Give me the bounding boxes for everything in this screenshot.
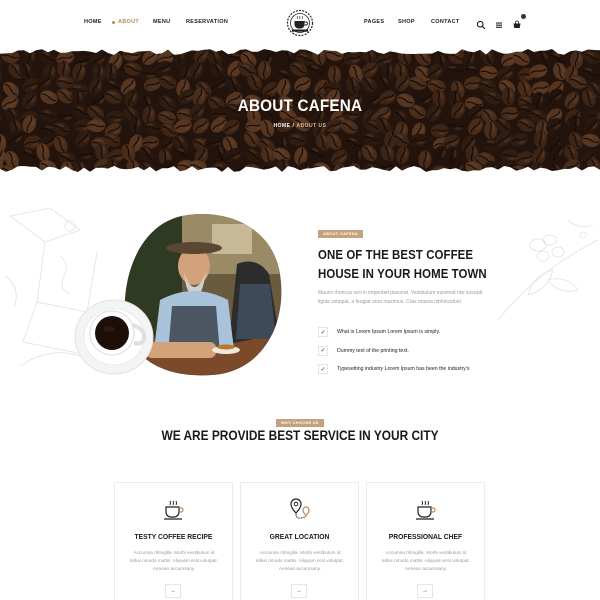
checklist-item: ✓ Typesetting industry Lorem Ipsum has b… bbox=[318, 360, 469, 379]
nav-about-label: ABOUT bbox=[118, 19, 140, 25]
service-card-arrow-button[interactable]: → bbox=[165, 584, 181, 598]
service-card-title: PROFESSIONAL CHEF bbox=[388, 532, 463, 541]
checklist-item-text: What is Lorem Ipsum Lorem Ipsum is simpl… bbox=[337, 329, 441, 336]
services-title: WE ARE PROVIDE BEST SERVICE IN YOUR CITY bbox=[161, 428, 439, 443]
about-description: Mauris rhoncus orci in imperdiet placera… bbox=[318, 290, 483, 305]
coffee-cup-icon bbox=[416, 500, 436, 520]
service-card-title: TESTY COFFEE RECIPE bbox=[134, 532, 213, 541]
cart-icon[interactable] bbox=[512, 14, 526, 28]
checklist-item: ✓ Dummy text of the printing text. bbox=[318, 342, 469, 361]
search-icon[interactable] bbox=[476, 17, 486, 30]
service-card-title: GREAT LOCATION bbox=[269, 532, 330, 541]
location-pin-icon bbox=[290, 498, 310, 519]
header-icons bbox=[476, 14, 530, 30]
logo-coffee-cup[interactable] bbox=[286, 9, 314, 37]
service-card-arrow-button[interactable]: → bbox=[417, 584, 433, 598]
active-dot bbox=[112, 20, 115, 24]
page-title: ABOUT CAFENA bbox=[237, 96, 363, 115]
menu-icon[interactable] bbox=[494, 17, 504, 28]
check-icon: ✓ bbox=[318, 345, 328, 356]
nav-shop[interactable]: SHOP bbox=[398, 19, 431, 25]
breadcrumb-current: ABOUT US bbox=[296, 123, 327, 129]
nav-pages[interactable]: PAGES bbox=[364, 19, 398, 25]
service-card: PROFESSIONAL CHEF Accumsa nfringilla. Mo… bbox=[366, 482, 485, 600]
service-card-text: Accumsa nfringilla. Morbi vestibulum id … bbox=[255, 550, 345, 572]
sketch-coffee-branch-illustration bbox=[497, 219, 599, 321]
service-card-text: Accumsa nfringilla. Morbi vestibulum id … bbox=[381, 550, 471, 572]
service-card-arrow-button[interactable]: → bbox=[291, 584, 307, 598]
coffee-cup-photo bbox=[74, 299, 154, 375]
service-card-text: Accumsa nfringilla. Morbi vestibulum id … bbox=[129, 550, 219, 572]
breadcrumb-home[interactable]: HOME bbox=[273, 123, 290, 129]
nav-contact[interactable]: CONTACT bbox=[431, 19, 460, 25]
main-nav-left: HOME ABOUT MENU RESERVATION bbox=[84, 19, 228, 25]
nav-reservation[interactable]: RESERVATION bbox=[186, 19, 228, 25]
checklist-item-text: Typesetting industry Lorem Ipsum has bee… bbox=[337, 366, 470, 373]
about-title: ONE OF THE BEST COFFEE HOUSE IN YOUR HOM… bbox=[318, 247, 487, 281]
breadcrumb-separator: / bbox=[292, 123, 295, 129]
site-header: HOME ABOUT MENU RESERVATION PAGES SHOP C… bbox=[0, 0, 600, 46]
service-card: GREAT LOCATION Accumsa nfringilla. Morbi… bbox=[240, 482, 359, 600]
checklist-item: ✓ What is Lorem Ipsum Lorem Ipsum is sim… bbox=[318, 323, 469, 342]
service-card: TESTY COFFEE RECIPE Accumsa nfringilla. … bbox=[114, 482, 233, 600]
nav-menu[interactable]: MENU bbox=[153, 19, 186, 25]
page-hero: ABOUT CAFENA HOME / ABOUT US bbox=[0, 46, 600, 174]
feature-checklist: ✓ What is Lorem Ipsum Lorem Ipsum is sim… bbox=[318, 323, 469, 379]
check-icon: ✓ bbox=[318, 327, 328, 338]
check-icon: ✓ bbox=[318, 364, 328, 375]
service-cards: TESTY COFFEE RECIPE Accumsa nfringilla. … bbox=[114, 482, 492, 600]
main-nav-right: PAGES SHOP CONTACT bbox=[364, 19, 460, 25]
breadcrumb: HOME / ABOUT US bbox=[0, 123, 600, 129]
cart-badge bbox=[521, 14, 526, 19]
nav-home[interactable]: HOME bbox=[84, 19, 112, 25]
about-tag: ABOUT CAFENA bbox=[318, 230, 364, 238]
coffee-cup-icon bbox=[164, 500, 184, 520]
nav-about[interactable]: ABOUT bbox=[112, 19, 153, 25]
checklist-item-text: Dummy text of the printing text. bbox=[337, 347, 409, 354]
